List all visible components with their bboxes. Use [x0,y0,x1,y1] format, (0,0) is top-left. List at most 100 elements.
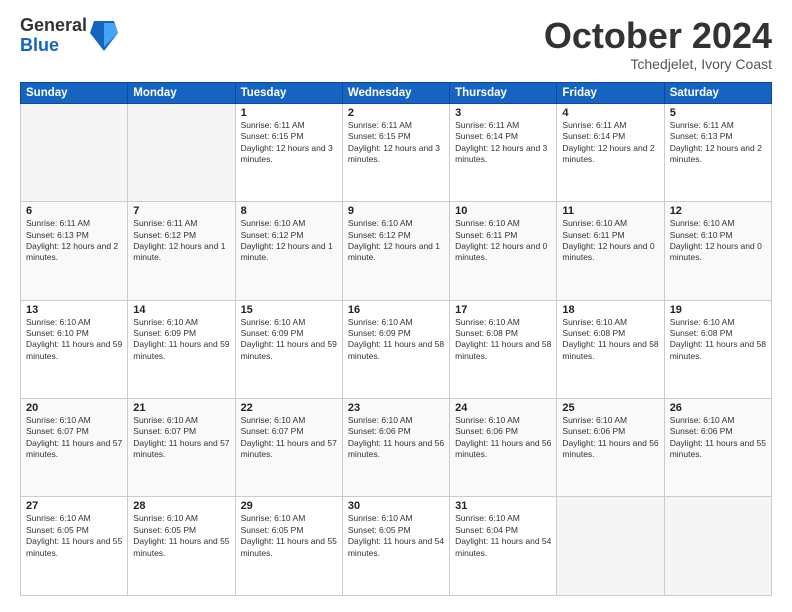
day-number: 4 [562,107,658,119]
day-info: Sunrise: 6:10 AM Sunset: 6:08 PM Dayligh… [670,317,766,363]
calendar-week-4: 27Sunrise: 6:10 AM Sunset: 6:05 PM Dayli… [21,497,772,596]
table-row [128,103,235,201]
day-info: Sunrise: 6:11 AM Sunset: 6:13 PM Dayligh… [670,120,766,166]
day-number: 15 [241,304,337,316]
table-row: 6Sunrise: 6:11 AM Sunset: 6:13 PM Daylig… [21,202,128,300]
col-wednesday: Wednesday [342,82,449,103]
table-row: 31Sunrise: 6:10 AM Sunset: 6:04 PM Dayli… [450,497,557,596]
day-number: 30 [348,500,444,512]
day-number: 21 [133,402,229,414]
day-info: Sunrise: 6:10 AM Sunset: 6:07 PM Dayligh… [133,415,229,461]
table-row: 19Sunrise: 6:10 AM Sunset: 6:08 PM Dayli… [664,300,771,398]
day-info: Sunrise: 6:11 AM Sunset: 6:15 PM Dayligh… [348,120,444,166]
logo-text: General Blue [20,16,87,56]
table-row: 12Sunrise: 6:10 AM Sunset: 6:10 PM Dayli… [664,202,771,300]
col-thursday: Thursday [450,82,557,103]
table-row: 10Sunrise: 6:10 AM Sunset: 6:11 PM Dayli… [450,202,557,300]
table-row: 25Sunrise: 6:10 AM Sunset: 6:06 PM Dayli… [557,399,664,497]
day-number: 13 [26,304,122,316]
day-info: Sunrise: 6:10 AM Sunset: 6:12 PM Dayligh… [241,218,337,264]
table-row [664,497,771,596]
day-info: Sunrise: 6:11 AM Sunset: 6:13 PM Dayligh… [26,218,122,264]
day-number: 16 [348,304,444,316]
day-info: Sunrise: 6:10 AM Sunset: 6:07 PM Dayligh… [241,415,337,461]
calendar-body: 1Sunrise: 6:11 AM Sunset: 6:15 PM Daylig… [21,103,772,595]
day-number: 31 [455,500,551,512]
table-row: 20Sunrise: 6:10 AM Sunset: 6:07 PM Dayli… [21,399,128,497]
logo-icon [90,19,118,53]
day-info: Sunrise: 6:10 AM Sunset: 6:09 PM Dayligh… [348,317,444,363]
header-row: Sunday Monday Tuesday Wednesday Thursday… [21,82,772,103]
subtitle: Tchedjelet, Ivory Coast [544,56,772,72]
table-row: 5Sunrise: 6:11 AM Sunset: 6:13 PM Daylig… [664,103,771,201]
table-row [21,103,128,201]
page: General Blue October 2024 Tchedjelet, Iv… [0,0,792,612]
day-number: 10 [455,205,551,217]
day-number: 20 [26,402,122,414]
day-info: Sunrise: 6:10 AM Sunset: 6:05 PM Dayligh… [133,513,229,559]
table-row: 28Sunrise: 6:10 AM Sunset: 6:05 PM Dayli… [128,497,235,596]
day-number: 17 [455,304,551,316]
day-number: 24 [455,402,551,414]
table-row: 23Sunrise: 6:10 AM Sunset: 6:06 PM Dayli… [342,399,449,497]
day-number: 22 [241,402,337,414]
col-monday: Monday [128,82,235,103]
table-row: 16Sunrise: 6:10 AM Sunset: 6:09 PM Dayli… [342,300,449,398]
day-info: Sunrise: 6:10 AM Sunset: 6:06 PM Dayligh… [562,415,658,461]
calendar-week-1: 6Sunrise: 6:11 AM Sunset: 6:13 PM Daylig… [21,202,772,300]
day-info: Sunrise: 6:10 AM Sunset: 6:10 PM Dayligh… [26,317,122,363]
calendar-week-0: 1Sunrise: 6:11 AM Sunset: 6:15 PM Daylig… [21,103,772,201]
table-row: 7Sunrise: 6:11 AM Sunset: 6:12 PM Daylig… [128,202,235,300]
day-number: 26 [670,402,766,414]
table-row: 3Sunrise: 6:11 AM Sunset: 6:14 PM Daylig… [450,103,557,201]
table-row: 1Sunrise: 6:11 AM Sunset: 6:15 PM Daylig… [235,103,342,201]
col-sunday: Sunday [21,82,128,103]
table-row: 30Sunrise: 6:10 AM Sunset: 6:05 PM Dayli… [342,497,449,596]
logo-general: General [20,16,87,36]
day-info: Sunrise: 6:10 AM Sunset: 6:06 PM Dayligh… [455,415,551,461]
day-info: Sunrise: 6:10 AM Sunset: 6:05 PM Dayligh… [26,513,122,559]
day-info: Sunrise: 6:11 AM Sunset: 6:14 PM Dayligh… [562,120,658,166]
table-row: 29Sunrise: 6:10 AM Sunset: 6:05 PM Dayli… [235,497,342,596]
table-row: 11Sunrise: 6:10 AM Sunset: 6:11 PM Dayli… [557,202,664,300]
table-row: 17Sunrise: 6:10 AM Sunset: 6:08 PM Dayli… [450,300,557,398]
table-row: 21Sunrise: 6:10 AM Sunset: 6:07 PM Dayli… [128,399,235,497]
day-number: 8 [241,205,337,217]
table-row: 4Sunrise: 6:11 AM Sunset: 6:14 PM Daylig… [557,103,664,201]
table-row: 14Sunrise: 6:10 AM Sunset: 6:09 PM Dayli… [128,300,235,398]
title-block: October 2024 Tchedjelet, Ivory Coast [544,16,772,72]
day-info: Sunrise: 6:10 AM Sunset: 6:07 PM Dayligh… [26,415,122,461]
table-row: 18Sunrise: 6:10 AM Sunset: 6:08 PM Dayli… [557,300,664,398]
day-info: Sunrise: 6:11 AM Sunset: 6:14 PM Dayligh… [455,120,551,166]
table-row: 15Sunrise: 6:10 AM Sunset: 6:09 PM Dayli… [235,300,342,398]
day-number: 7 [133,205,229,217]
day-number: 5 [670,107,766,119]
day-number: 27 [26,500,122,512]
col-friday: Friday [557,82,664,103]
table-row: 9Sunrise: 6:10 AM Sunset: 6:12 PM Daylig… [342,202,449,300]
table-row: 27Sunrise: 6:10 AM Sunset: 6:05 PM Dayli… [21,497,128,596]
day-number: 18 [562,304,658,316]
day-number: 28 [133,500,229,512]
calendar-table: Sunday Monday Tuesday Wednesday Thursday… [20,82,772,596]
month-title: October 2024 [544,16,772,56]
day-info: Sunrise: 6:10 AM Sunset: 6:09 PM Dayligh… [241,317,337,363]
calendar-week-3: 20Sunrise: 6:10 AM Sunset: 6:07 PM Dayli… [21,399,772,497]
calendar-week-2: 13Sunrise: 6:10 AM Sunset: 6:10 PM Dayli… [21,300,772,398]
day-number: 23 [348,402,444,414]
table-row: 2Sunrise: 6:11 AM Sunset: 6:15 PM Daylig… [342,103,449,201]
day-info: Sunrise: 6:10 AM Sunset: 6:04 PM Dayligh… [455,513,551,559]
day-info: Sunrise: 6:10 AM Sunset: 6:05 PM Dayligh… [348,513,444,559]
table-row [557,497,664,596]
table-row: 26Sunrise: 6:10 AM Sunset: 6:06 PM Dayli… [664,399,771,497]
day-number: 12 [670,205,766,217]
day-number: 6 [26,205,122,217]
table-row: 24Sunrise: 6:10 AM Sunset: 6:06 PM Dayli… [450,399,557,497]
day-info: Sunrise: 6:10 AM Sunset: 6:06 PM Dayligh… [348,415,444,461]
logo-blue: Blue [20,36,87,56]
logo: General Blue [20,16,118,56]
col-saturday: Saturday [664,82,771,103]
col-tuesday: Tuesday [235,82,342,103]
day-info: Sunrise: 6:10 AM Sunset: 6:12 PM Dayligh… [348,218,444,264]
day-info: Sunrise: 6:10 AM Sunset: 6:08 PM Dayligh… [455,317,551,363]
